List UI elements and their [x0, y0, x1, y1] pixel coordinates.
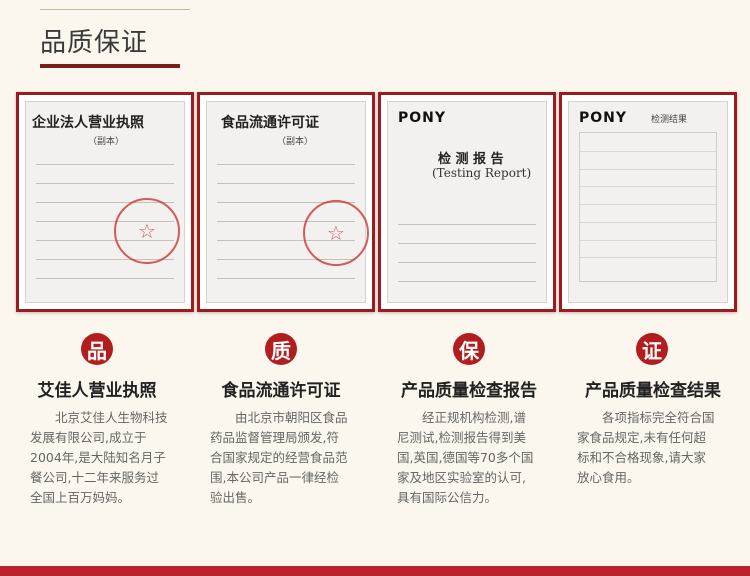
food-permit-document: 食品流通许可证 （副本） ☆: [206, 101, 369, 303]
certificate-card-testing-report[interactable]: PONY 检 测 报 告 (Testing Report): [378, 92, 556, 312]
certificate-card-business-license[interactable]: 企业法人营业执照 （副本） ☆: [16, 92, 194, 312]
card-description: 各项指标完全符合国家食品规定,未有任何超标和不合格现象,请大家放心食用。: [577, 410, 715, 485]
card-description: 北京艾佳人生物科技发展有限公司,成立于2004年,是大陆知名月子餐公司,十二年来…: [30, 410, 168, 505]
pony-logo: PONY: [398, 110, 447, 126]
card-title: 产品质量检查结果: [585, 381, 721, 401]
testing-results-document: PONY 检测结果: [568, 101, 728, 303]
certificate-card-food-permit[interactable]: 食品流通许可证 （副本） ☆: [197, 92, 375, 312]
badge-icon: 品: [81, 333, 113, 365]
testing-report-document: PONY 检 测 报 告 (Testing Report): [387, 101, 547, 303]
official-seal: ☆: [114, 198, 180, 264]
card-title: 艾佳人营业执照: [37, 381, 157, 401]
badge-icon: 保: [453, 333, 485, 365]
document-title: 检 测 报 告: [438, 152, 504, 167]
card-description: 由北京市朝阳区食品药品监督管理局颁发,符合国家规定的经营食品范围,本公司产品一律…: [210, 410, 348, 505]
official-seal: ☆: [303, 200, 369, 266]
document-subtitle: （副本）: [88, 137, 125, 147]
card-title: 食品流通许可证: [221, 381, 341, 401]
header-underline: [40, 64, 180, 68]
card-title: 产品质量检查报告: [401, 381, 537, 401]
document-subtitle: （副本）: [277, 137, 314, 147]
document-title: 检测结果: [651, 115, 688, 125]
document-title: 企业法人营业执照: [32, 115, 144, 131]
section-title: 品质保证: [40, 28, 149, 58]
certificate-card-testing-results[interactable]: PONY 检测结果: [559, 92, 737, 312]
document-text-lines: [398, 214, 536, 290]
document-title: 食品流通许可证: [221, 115, 319, 131]
results-table: [579, 132, 717, 282]
badge-icon: 质: [265, 333, 297, 365]
header-divider-top: [40, 9, 190, 10]
card-description: 经正规机构检测,谱尼测试,检测报告得到美国,英国,德国等70多个国家及地区实验室…: [397, 410, 534, 505]
document-subtitle: (Testing Report): [432, 166, 532, 180]
bottom-border: [0, 566, 750, 576]
badge-icon: 证: [636, 333, 668, 365]
business-license-document: 企业法人营业执照 （副本） ☆: [25, 101, 185, 303]
pony-logo: PONY: [579, 110, 628, 126]
section-header: 品质保证: [0, 0, 750, 70]
